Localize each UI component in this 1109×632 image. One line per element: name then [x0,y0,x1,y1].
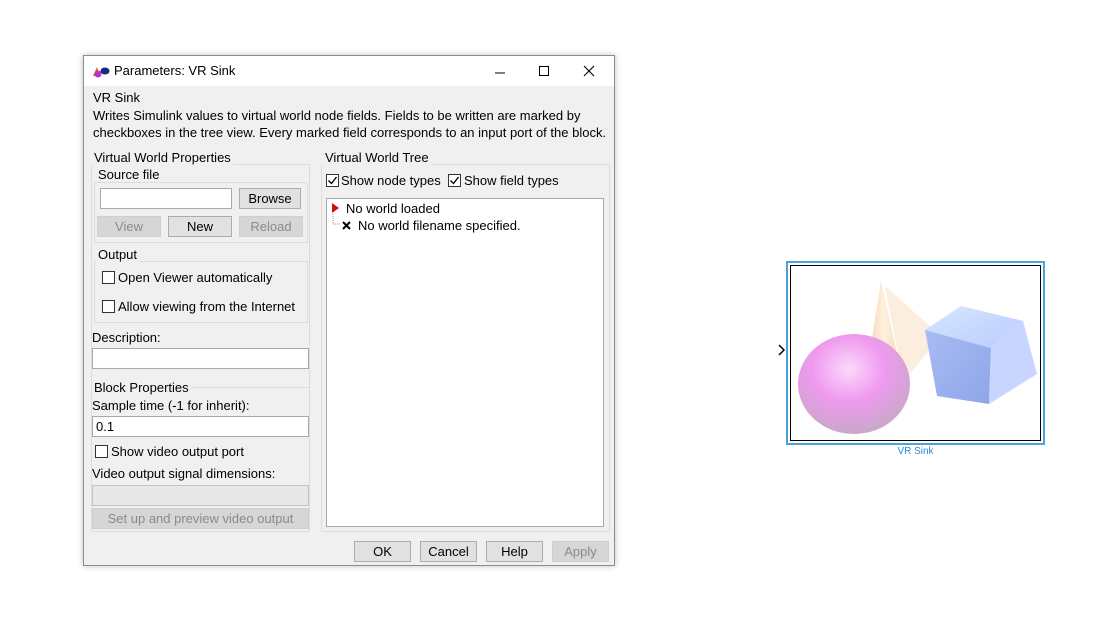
vr-sink-block[interactable] [786,261,1045,445]
ok-button[interactable]: OK [354,541,411,562]
minimize-button[interactable] [478,56,522,86]
maximize-button[interactable] [522,56,566,86]
block-properties-title: Block Properties [92,380,191,395]
maximize-icon [539,66,549,76]
setup-video-button[interactable]: Set up and preview video output [92,508,309,529]
open-viewer-checkbox[interactable] [102,271,115,284]
sample-time-label: Sample time (-1 for inherit): [92,398,250,413]
video-dims-input[interactable] [92,485,309,506]
cancel-button[interactable]: Cancel [420,541,477,562]
allow-internet-checkbox[interactable] [102,300,115,313]
description-label: Description: [92,330,161,345]
description-input[interactable] [92,348,309,369]
sphere-shape [798,334,910,434]
tree-item-no-world[interactable]: No world loaded [346,201,440,216]
new-button[interactable]: New [168,216,232,237]
dialog-title: Parameters: VR Sink [114,63,236,78]
block-icon-area [790,265,1041,441]
parameters-dialog: Parameters: VR Sink VR Sink Writes Simul… [83,55,615,566]
x-mark-icon [342,221,351,230]
virtual-world-tree-title: Virtual World Tree [323,150,431,165]
show-node-types-label: Show node types [341,173,441,188]
view-button[interactable]: View [97,216,161,237]
close-icon [583,65,595,77]
checkmark-icon [328,176,338,185]
allow-internet-label: Allow viewing from the Internet [118,299,296,314]
simulink-3d-icon [93,67,110,78]
minimize-icon [495,72,505,74]
world-tree-view[interactable]: No world loaded No world filename specif… [326,198,604,527]
vr-scene-image [798,280,1037,434]
close-button[interactable] [567,56,611,86]
output-title: Output [96,247,140,262]
block-name-label[interactable]: VR Sink [786,446,1045,457]
show-field-types-checkbox[interactable] [448,174,461,187]
tree-item-no-filename[interactable]: No world filename specified. [358,218,521,233]
virtual-world-properties-title: Virtual World Properties [92,150,233,165]
sample-time-input[interactable] [92,416,309,437]
open-viewer-label: Open Viewer automatically [118,270,273,285]
help-button[interactable]: Help [486,541,543,562]
block-type-heading: VR Sink [93,90,140,105]
apply-button[interactable]: Apply [552,541,609,562]
source-file-input[interactable] [100,188,232,209]
title-bar[interactable]: Parameters: VR Sink [84,56,614,86]
source-file-title: Source file [96,167,162,182]
input-port-icon[interactable] [778,344,786,356]
browse-button[interactable]: Browse [239,188,301,209]
block-description-text: Writes Simulink values to virtual world … [93,108,607,140]
show-video-checkbox[interactable] [95,445,108,458]
show-field-types-label: Show field types [464,173,559,188]
video-dims-label: Video output signal dimensions: [92,466,276,481]
checkmark-icon [450,176,460,185]
show-video-label: Show video output port [111,444,244,459]
reload-button[interactable]: Reload [239,216,303,237]
red-triangle-icon [332,203,339,213]
show-node-types-checkbox[interactable] [326,174,339,187]
